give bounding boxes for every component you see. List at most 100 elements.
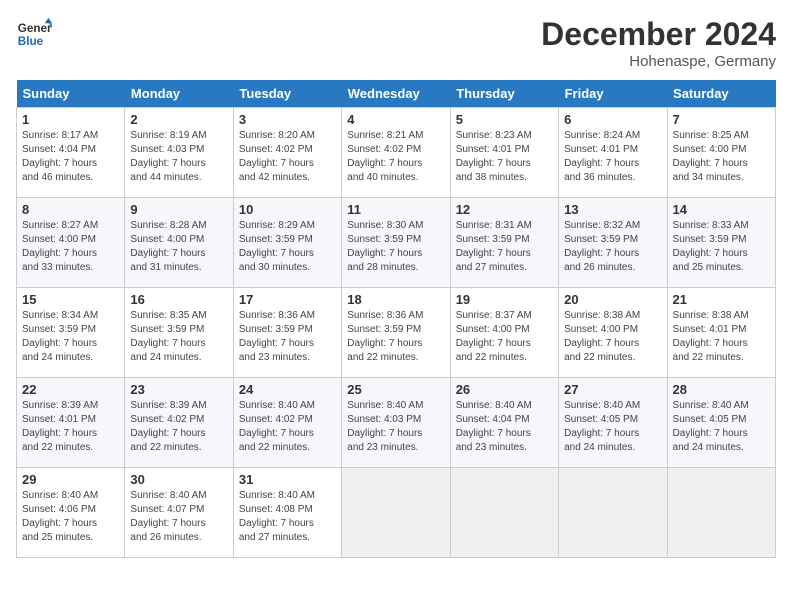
- day-info: Sunrise: 8:39 AM Sunset: 4:02 PM Dayligh…: [130, 399, 227, 455]
- calendar-cell: 4Sunrise: 8:21 AM Sunset: 4:02 PM Daylig…: [342, 108, 450, 198]
- day-header-monday: Monday: [125, 80, 233, 108]
- month-title: December 2024: [541, 16, 776, 53]
- calendar-cell: 16Sunrise: 8:35 AM Sunset: 3:59 PM Dayli…: [125, 288, 233, 378]
- week-row: 22 Sunrise: 8:39 AM Sunset: 4:01 PM Dayli…: [17, 378, 776, 468]
- calendar-cell: 18 Sunrise: 8:36 AM Sunset: 3:59 PM Dayli…: [342, 288, 450, 378]
- week-row: 29 Sunrise: 8:40 AM Sunset: 4:06 PM Dayli…: [17, 468, 776, 558]
- day-info: Sunrise: 8:36 AM Sunset: 3:59 PM Dayligh…: [239, 309, 336, 365]
- day-info: Sunrise: 8:40 AM Sunset: 4:07 PM Dayligh…: [130, 489, 227, 545]
- calendar-cell: 27Sunrise: 8:40 AM Sunset: 4:05 PM Dayli…: [559, 378, 667, 468]
- day-info: Sunrise: 8:31 AM Sunset: 3:59 PM Dayligh…: [456, 219, 553, 275]
- day-number: 19: [456, 292, 553, 307]
- calendar-cell: [667, 468, 775, 558]
- day-number: 1: [22, 112, 119, 127]
- day-number: 13: [564, 202, 661, 217]
- day-info: Sunrise: 8:23 AM Sunset: 4:01 PM Dayligh…: [456, 129, 553, 185]
- day-info: Sunrise: 8:40 AM Sunset: 4:04 PM Dayligh…: [456, 399, 553, 455]
- day-number: 18: [347, 292, 444, 307]
- calendar-cell: 23 Sunrise: 8:39 AM Sunset: 4:02 PM Dayli…: [125, 378, 233, 468]
- day-number: 9: [130, 202, 227, 217]
- calendar-cell: 19 Sunrise: 8:37 AM Sunset: 4:00 PM Dayli…: [450, 288, 558, 378]
- calendar-cell: 1 Sunrise: 8:17 AM Sunset: 4:04 PM Daylig…: [17, 108, 125, 198]
- day-number: 15: [22, 292, 119, 307]
- day-info: Sunrise: 8:37 AM Sunset: 4:00 PM Dayligh…: [456, 309, 553, 365]
- day-number: 6: [564, 112, 661, 127]
- calendar-cell: 17 Sunrise: 8:36 AM Sunset: 3:59 PM Dayli…: [233, 288, 341, 378]
- day-number: 4: [347, 112, 444, 127]
- day-number: 26: [456, 382, 553, 397]
- day-number: 21: [673, 292, 770, 307]
- calendar-cell: 15 Sunrise: 8:34 AM Sunset: 3:59 PM Dayli…: [17, 288, 125, 378]
- calendar-cell: 6 Sunrise: 8:24 AM Sunset: 4:01 PM Daylig…: [559, 108, 667, 198]
- day-info: Sunrise: 8:40 AM Sunset: 4:02 PM Dayligh…: [239, 399, 336, 455]
- day-info: Sunrise: 8:19 AM Sunset: 4:03 PM Dayligh…: [130, 129, 227, 185]
- calendar-cell: 24 Sunrise: 8:40 AM Sunset: 4:02 PM Dayli…: [233, 378, 341, 468]
- day-number: 20: [564, 292, 661, 307]
- header-row: SundayMondayTuesdayWednesdayThursdayFrid…: [17, 80, 776, 108]
- day-number: 29: [22, 472, 119, 487]
- calendar-cell: 3Sunrise: 8:20 AM Sunset: 4:02 PM Daylig…: [233, 108, 341, 198]
- week-row: 15 Sunrise: 8:34 AM Sunset: 3:59 PM Dayli…: [17, 288, 776, 378]
- location-subtitle: Hohenaspe, Germany: [541, 53, 776, 70]
- day-info: Sunrise: 8:40 AM Sunset: 4:08 PM Dayligh…: [239, 489, 336, 545]
- day-number: 17: [239, 292, 336, 307]
- calendar-cell: 5Sunrise: 8:23 AM Sunset: 4:01 PM Daylig…: [450, 108, 558, 198]
- day-info: Sunrise: 8:38 AM Sunset: 4:01 PM Dayligh…: [673, 309, 770, 365]
- week-row: 8Sunrise: 8:27 AM Sunset: 4:00 PM Daylig…: [17, 198, 776, 288]
- day-number: 7: [673, 112, 770, 127]
- calendar-table: SundayMondayTuesdayWednesdayThursdayFrid…: [16, 80, 776, 558]
- day-info: Sunrise: 8:30 AM Sunset: 3:59 PM Dayligh…: [347, 219, 444, 275]
- day-number: 12: [456, 202, 553, 217]
- day-info: Sunrise: 8:38 AM Sunset: 4:00 PM Dayligh…: [564, 309, 661, 365]
- day-header-saturday: Saturday: [667, 80, 775, 108]
- calendar-cell: 30 Sunrise: 8:40 AM Sunset: 4:07 PM Dayli…: [125, 468, 233, 558]
- day-number: 10: [239, 202, 336, 217]
- day-info: Sunrise: 8:24 AM Sunset: 4:01 PM Dayligh…: [564, 129, 661, 185]
- calendar-cell: 26 Sunrise: 8:40 AM Sunset: 4:04 PM Dayli…: [450, 378, 558, 468]
- calendar-cell: 12 Sunrise: 8:31 AM Sunset: 3:59 PM Dayli…: [450, 198, 558, 288]
- day-number: 16: [130, 292, 227, 307]
- day-number: 8: [22, 202, 119, 217]
- day-number: 22: [22, 382, 119, 397]
- week-row: 1 Sunrise: 8:17 AM Sunset: 4:04 PM Daylig…: [17, 108, 776, 198]
- svg-text:General: General: [18, 22, 52, 35]
- day-number: 14: [673, 202, 770, 217]
- calendar-cell: 21 Sunrise: 8:38 AM Sunset: 4:01 PM Dayli…: [667, 288, 775, 378]
- day-info: Sunrise: 8:40 AM Sunset: 4:06 PM Dayligh…: [22, 489, 119, 545]
- day-number: 24: [239, 382, 336, 397]
- calendar-cell: 20 Sunrise: 8:38 AM Sunset: 4:00 PM Dayli…: [559, 288, 667, 378]
- day-number: 30: [130, 472, 227, 487]
- calendar-cell: 10Sunrise: 8:29 AM Sunset: 3:59 PM Dayli…: [233, 198, 341, 288]
- day-number: 28: [673, 382, 770, 397]
- day-info: Sunrise: 8:20 AM Sunset: 4:02 PM Dayligh…: [239, 129, 336, 185]
- calendar-cell: 28 Sunrise: 8:40 AM Sunset: 4:05 PM Dayli…: [667, 378, 775, 468]
- calendar-cell: 11 Sunrise: 8:30 AM Sunset: 3:59 PM Dayli…: [342, 198, 450, 288]
- day-info: Sunrise: 8:25 AM Sunset: 4:00 PM Dayligh…: [673, 129, 770, 185]
- calendar-cell: 14 Sunrise: 8:33 AM Sunset: 3:59 PM Dayli…: [667, 198, 775, 288]
- calendar-cell: 2 Sunrise: 8:19 AM Sunset: 4:03 PM Daylig…: [125, 108, 233, 198]
- day-info: Sunrise: 8:33 AM Sunset: 3:59 PM Dayligh…: [673, 219, 770, 275]
- logo-icon: General Blue: [16, 16, 52, 52]
- day-number: 2: [130, 112, 227, 127]
- day-info: Sunrise: 8:40 AM Sunset: 4:05 PM Dayligh…: [564, 399, 661, 455]
- svg-text:Blue: Blue: [18, 35, 44, 48]
- calendar-cell: 7 Sunrise: 8:25 AM Sunset: 4:00 PM Daylig…: [667, 108, 775, 198]
- header: General Blue December 2024 Hohenaspe, Ge…: [16, 16, 776, 70]
- day-info: Sunrise: 8:40 AM Sunset: 4:05 PM Dayligh…: [673, 399, 770, 455]
- day-header-friday: Friday: [559, 80, 667, 108]
- day-number: 25: [347, 382, 444, 397]
- day-info: Sunrise: 8:34 AM Sunset: 3:59 PM Dayligh…: [22, 309, 119, 365]
- calendar-cell: 22 Sunrise: 8:39 AM Sunset: 4:01 PM Dayli…: [17, 378, 125, 468]
- logo: General Blue: [16, 16, 52, 52]
- calendar-cell: [559, 468, 667, 558]
- day-info: Sunrise: 8:39 AM Sunset: 4:01 PM Dayligh…: [22, 399, 119, 455]
- day-number: 11: [347, 202, 444, 217]
- day-header-wednesday: Wednesday: [342, 80, 450, 108]
- day-info: Sunrise: 8:17 AM Sunset: 4:04 PM Dayligh…: [22, 129, 119, 185]
- title-area: December 2024 Hohenaspe, Germany: [541, 16, 776, 70]
- calendar-cell: 31Sunrise: 8:40 AM Sunset: 4:08 PM Dayli…: [233, 468, 341, 558]
- day-info: Sunrise: 8:36 AM Sunset: 3:59 PM Dayligh…: [347, 309, 444, 365]
- calendar-cell: [342, 468, 450, 558]
- day-info: Sunrise: 8:40 AM Sunset: 4:03 PM Dayligh…: [347, 399, 444, 455]
- day-number: 23: [130, 382, 227, 397]
